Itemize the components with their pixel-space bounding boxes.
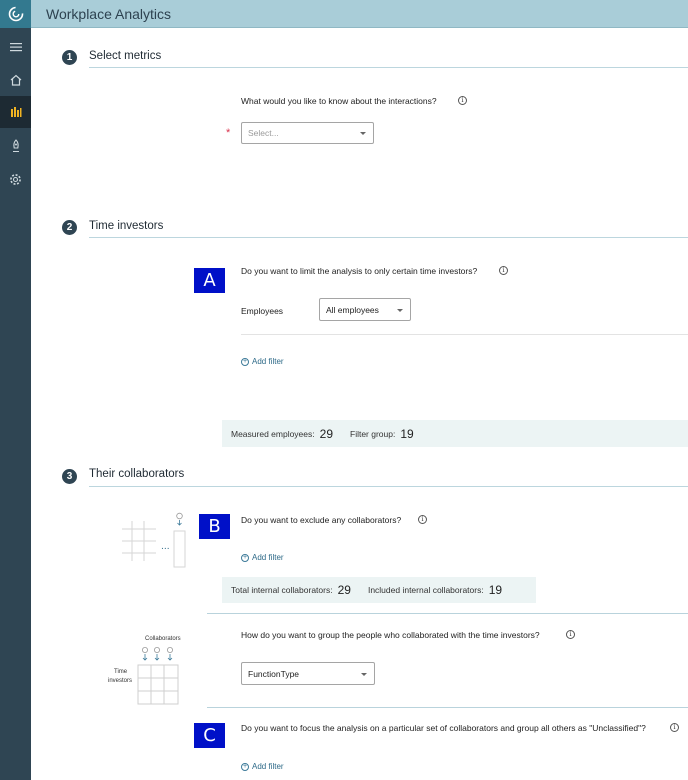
step-1-divider [89, 67, 688, 68]
marker-b: B [199, 514, 230, 539]
analysis-icon[interactable] [0, 96, 31, 128]
filter-group-value: 19 [400, 426, 414, 441]
filter-group-label: Filter group: [350, 428, 396, 439]
add-circle-icon: + [241, 357, 249, 366]
step-3-divider [89, 486, 688, 487]
add-circle-icon: + [241, 553, 249, 562]
app-title: Workplace Analytics [46, 6, 172, 22]
group-collaborators-question: How do you want to group the people who … [241, 630, 540, 640]
metrics-question: What would you like to know about the in… [241, 96, 437, 106]
employees-label: Employees [241, 306, 284, 316]
step-1-title: Select metrics [89, 50, 162, 62]
logo-icon[interactable] [0, 0, 31, 28]
marker-c: C [194, 723, 225, 748]
collaborators-stats: Total internal collaborators: 29 Include… [222, 577, 536, 603]
group-by-select-value: FunctionType [248, 668, 300, 679]
included-collaborators-label: Included internal collaborators: [367, 585, 484, 595]
section-divider [207, 707, 688, 708]
menu-icon[interactable] [0, 31, 31, 63]
step-3-number: 3 [62, 469, 77, 484]
svg-text:...: ... [161, 542, 170, 552]
employees-select-value: All employees [326, 304, 379, 315]
section-divider [207, 613, 688, 614]
required-asterisk: * [226, 127, 231, 139]
total-collaborators-value: 29 [337, 583, 351, 597]
add-filter-time-investors[interactable]: + Add filter [241, 357, 284, 366]
rocket-icon[interactable] [0, 130, 31, 162]
measured-employees-label: Measured employees: [231, 428, 315, 439]
add-filter-focus[interactable]: + Add filter [241, 762, 284, 771]
step-2-divider [89, 237, 688, 238]
group-collaborators-info-icon[interactable]: i [566, 630, 575, 639]
group-by-select[interactable]: FunctionType [241, 662, 375, 685]
metrics-info-icon[interactable]: i [458, 96, 467, 105]
chevron-down-icon [360, 132, 366, 135]
step-2-number: 2 [62, 220, 77, 235]
exclude-collaborators-info-icon[interactable]: i [418, 515, 427, 524]
time-investors-illustration-label: investors [108, 678, 133, 684]
focus-collaborators-info-icon[interactable]: i [670, 723, 679, 732]
top-bar: Workplace Analytics [31, 0, 688, 28]
employees-select[interactable]: All employees [319, 298, 411, 321]
add-circle-icon: + [241, 762, 249, 771]
time-investors-info-icon[interactable]: i [499, 266, 508, 275]
time-investors-question: Do you want to limit the analysis to onl… [241, 266, 478, 276]
add-filter-label: Add filter [252, 357, 284, 366]
section-divider [241, 334, 688, 335]
group-collaborators-illustration [137, 647, 179, 705]
included-collaborators-value: 19 [488, 583, 503, 597]
metrics-select-placeholder: Select... [248, 128, 279, 138]
exclude-collaborators-illustration: ... [122, 512, 186, 568]
step-3-title: Their collaborators [89, 468, 185, 480]
exclude-collaborators-question: Do you want to exclude any collaborators… [241, 515, 402, 525]
add-filter-collaborators[interactable]: + Add filter [241, 553, 284, 562]
settings-icon[interactable] [0, 163, 31, 195]
measured-employees-value: 29 [319, 426, 333, 441]
chevron-down-icon [397, 308, 403, 312]
step-2-title: Time investors [89, 220, 164, 232]
time-investors-stats: Measured employees: 29 Filter group: 19 [222, 420, 688, 447]
collaborators-illustration-label: Collaborators [145, 636, 181, 642]
add-filter-label: Add filter [252, 553, 284, 562]
focus-collaborators-question: Do you want to focus the analysis on a p… [241, 723, 646, 733]
add-filter-label: Add filter [252, 762, 284, 771]
time-investors-illustration-label: Time [114, 669, 128, 675]
chevron-down-icon [361, 672, 367, 676]
left-nav-rail [0, 0, 31, 780]
step-1-number: 1 [62, 50, 77, 65]
home-icon[interactable] [0, 64, 31, 96]
metrics-select[interactable]: Select... [241, 122, 374, 144]
marker-a: A [194, 268, 225, 293]
total-collaborators-label: Total internal collaborators: [231, 585, 333, 595]
